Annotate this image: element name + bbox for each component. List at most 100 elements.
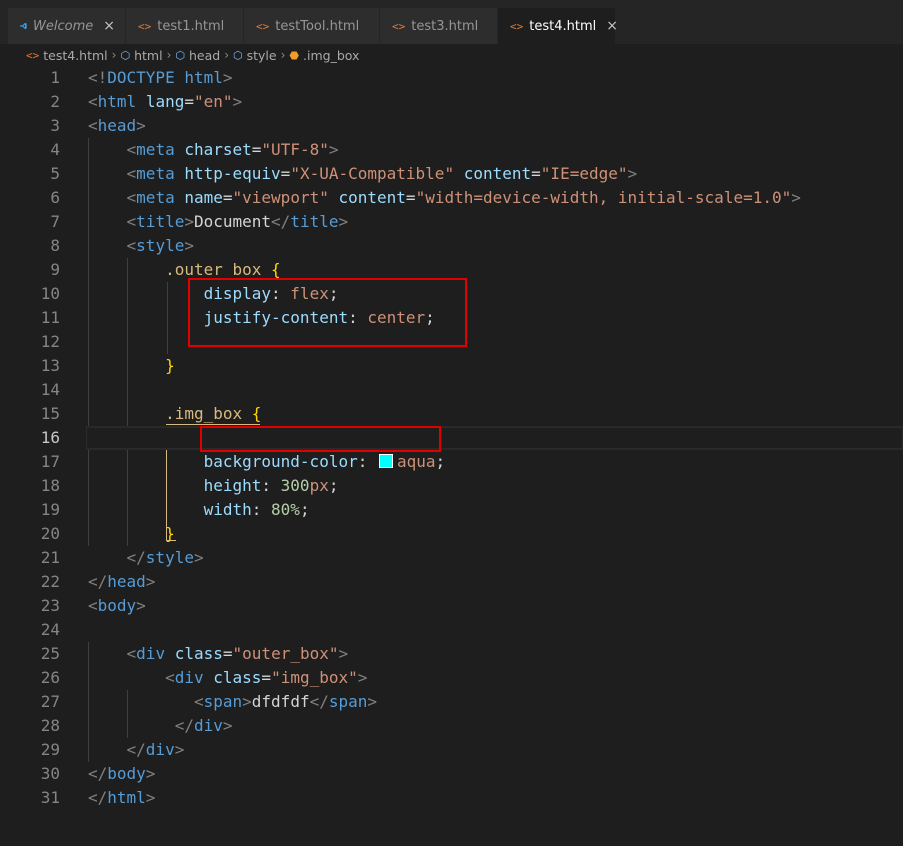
css-class-icon: ⬣ [289, 48, 300, 62]
code-editor[interactable]: 1 <!DOCTYPE html> 2 <html lang="en"> 3 <head>… [0, 66, 903, 846]
code-text: <head> [88, 116, 146, 135]
code-line[interactable]: 19 width: 80%; [0, 498, 903, 522]
line-number: 16 [40, 428, 60, 447]
line-number: 15 [40, 404, 60, 423]
code-text: } [165, 524, 175, 543]
line-number: 26 [40, 668, 60, 687]
code-line[interactable]: 25 <div class="outer_box"> [0, 642, 903, 666]
code-line[interactable]: 7 <title>Document</title> [0, 210, 903, 234]
tab-testtool[interactable]: <> testTool.html [244, 8, 380, 44]
code-line[interactable]: 16 [0, 426, 903, 450]
line-number: 3 [50, 116, 60, 135]
tab-test3[interactable]: <> test3.html [380, 8, 498, 44]
code-line[interactable]: 17 background-color: aqua; [0, 450, 903, 474]
code-text: height: 300px; [203, 476, 339, 495]
code-text: <span>dfdfdf</span> [193, 692, 378, 711]
chevron-right-icon: › [224, 48, 230, 62]
tab-label: test3.html [411, 18, 479, 34]
code-line[interactable]: 6 <meta name="viewport" content="width=d… [0, 186, 903, 210]
chevron-right-icon: › [166, 48, 172, 62]
html-file-icon: <> [26, 48, 40, 62]
code-line[interactable]: 27 <span>dfdfdf</span> [0, 690, 903, 714]
breadcrumb-file[interactable]: test4.html [43, 48, 107, 63]
code-line[interactable]: 23 <body> [0, 594, 903, 618]
line-number: 24 [40, 620, 60, 639]
line-number: 31 [40, 788, 60, 807]
tab-strip: Welcome × <> test1.html <> testTool.html… [8, 8, 618, 44]
tab-label: test1.html [157, 18, 225, 34]
code-text: width: 80%; [203, 500, 310, 519]
code-line[interactable]: 1 <!DOCTYPE html> [0, 66, 903, 90]
tab-label: test4.html [529, 18, 597, 34]
code-text: </div> [126, 740, 185, 759]
code-text: <style> [126, 236, 194, 255]
code-text: <!DOCTYPE html> [88, 68, 233, 87]
line-number: 9 [50, 260, 60, 279]
code-line[interactable]: 30 </body> [0, 762, 903, 786]
code-line[interactable]: 21 </style> [0, 546, 903, 570]
code-line[interactable]: 28 </div> [0, 714, 903, 738]
code-text: <body> [88, 596, 146, 615]
tab-welcome[interactable]: Welcome × [8, 8, 126, 44]
line-number: 22 [40, 572, 60, 591]
line-number: 19 [40, 500, 60, 519]
code-line[interactable]: 29 </div> [0, 738, 903, 762]
code-line[interactable]: 15 .img_box { [0, 402, 903, 426]
breadcrumb-item-html[interactable]: html [134, 48, 162, 63]
html-icon: <> [138, 19, 152, 33]
breadcrumb-item-img-box[interactable]: .img_box [303, 48, 359, 63]
code-line[interactable]: 4 <meta charset="UTF-8"> [0, 138, 903, 162]
cube-icon: ⬡ [175, 48, 185, 62]
html-icon: <> [392, 19, 406, 33]
code-text: </html> [88, 788, 156, 807]
line-number: 1 [50, 68, 60, 87]
code-line[interactable]: 8 <style> [0, 234, 903, 258]
code-text: .img_box { [165, 404, 262, 423]
line-number: 28 [40, 716, 60, 735]
line-number: 18 [40, 476, 60, 495]
line-number: 5 [50, 164, 60, 183]
close-icon[interactable]: × [596, 18, 618, 34]
vscode-icon [20, 22, 27, 30]
code-text: </div> [174, 716, 233, 735]
code-line[interactable]: 2 <html lang="en"> [0, 90, 903, 114]
code-line[interactable]: 18 height: 300px; [0, 474, 903, 498]
line-number: 8 [50, 236, 60, 255]
line-number: 2 [50, 92, 60, 111]
line-number: 10 [40, 284, 60, 303]
code-text: <meta name="viewport" content="width=dev… [126, 188, 801, 207]
cube-icon: ⬡ [233, 48, 243, 62]
code-line[interactable]: 20 } [0, 522, 903, 546]
close-icon[interactable]: × [93, 18, 115, 34]
line-number: 6 [50, 188, 60, 207]
code-line[interactable]: 3 <head> [0, 114, 903, 138]
line-number: 29 [40, 740, 60, 759]
tab-test4[interactable]: <> test4.html × [498, 8, 618, 44]
code-line[interactable]: 31 </html> [0, 786, 903, 810]
code-text: </style> [126, 548, 204, 567]
line-number: 21 [40, 548, 60, 567]
html-icon: <> [510, 19, 524, 33]
breadcrumb: <> test4.html › ⬡ html › ⬡ head › ⬡ styl… [0, 44, 903, 66]
code-line[interactable]: 5 <meta http-equiv="X-UA-Compatible" con… [0, 162, 903, 186]
breadcrumb-item-head[interactable]: head [189, 48, 220, 63]
tab-bar: Welcome × <> test1.html <> testTool.html… [0, 0, 903, 44]
tab-test1[interactable]: <> test1.html [126, 8, 244, 44]
code-line[interactable]: 14 [0, 378, 903, 402]
cube-icon: ⬡ [120, 48, 131, 62]
breadcrumb-item-style[interactable]: style [247, 48, 277, 63]
line-number: 13 [40, 356, 60, 375]
code-line[interactable]: 26 <div class="img_box"> [0, 666, 903, 690]
highlight-box [200, 426, 441, 452]
code-line[interactable]: 13 } [0, 354, 903, 378]
code-text: </head> [88, 572, 156, 591]
code-line[interactable]: 24 [0, 618, 903, 642]
code-text: <html lang="en"> [88, 92, 243, 111]
code-text: <title>Document</title> [126, 212, 349, 231]
color-swatch[interactable] [378, 454, 393, 468]
code-text: </body> [88, 764, 156, 783]
code-text: <div class="outer_box"> [126, 644, 349, 663]
line-number: 11 [40, 308, 60, 327]
code-text: <meta charset="UTF-8"> [126, 140, 339, 159]
code-line[interactable]: 22 </head> [0, 570, 903, 594]
